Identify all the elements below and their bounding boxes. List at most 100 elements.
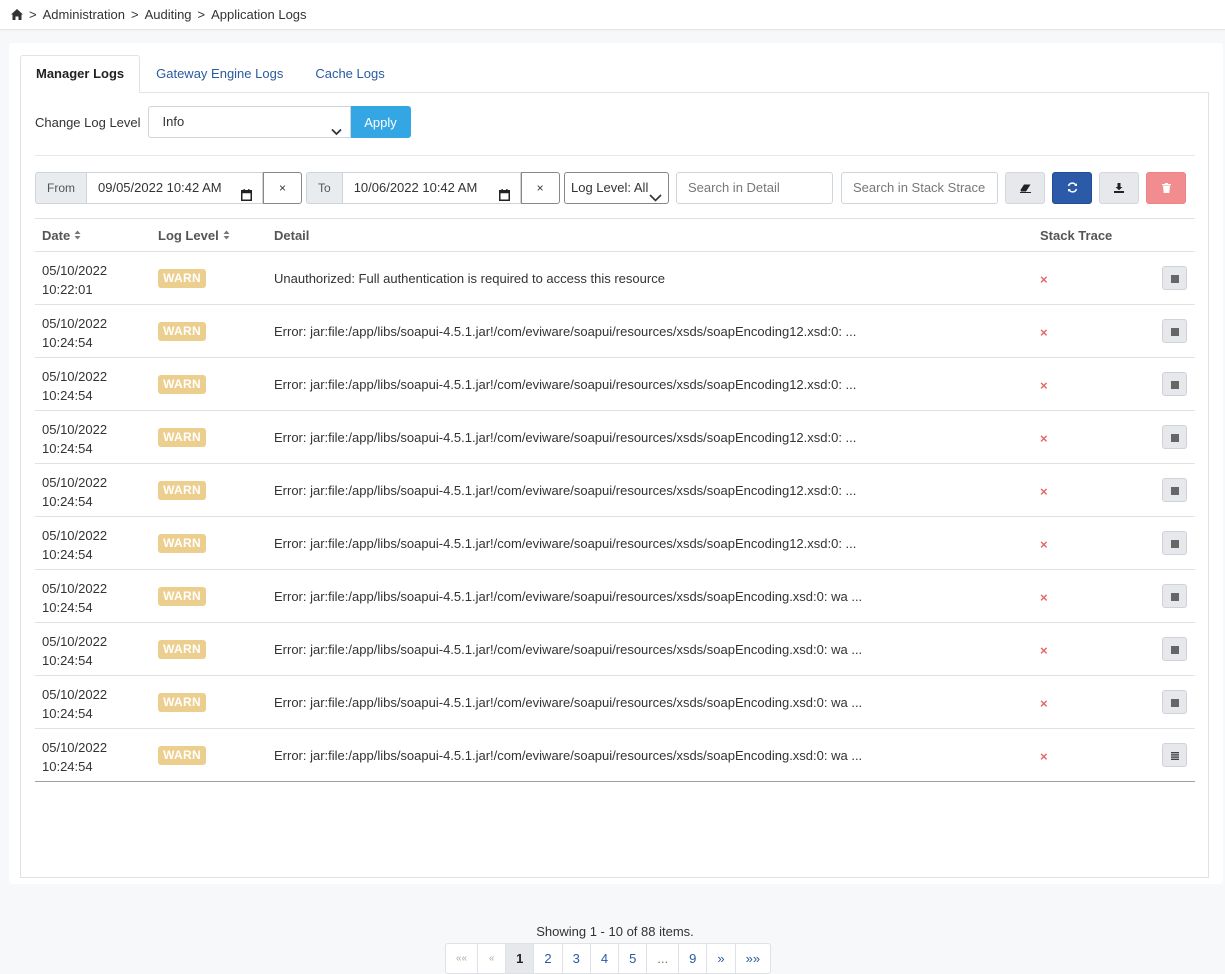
pagination-next[interactable]: » bbox=[706, 943, 736, 974]
pagination-last[interactable]: »» bbox=[734, 943, 772, 974]
delete-button[interactable] bbox=[1146, 172, 1186, 204]
row-date: 05/10/2022 10:22:01 bbox=[42, 261, 107, 299]
refresh-button[interactable] bbox=[1052, 172, 1092, 204]
breadcrumb-separator: > bbox=[29, 7, 37, 22]
pagination: «« « 1 2 3 4 5 ... 9 » »» bbox=[445, 943, 772, 974]
from-date-group: From 09/05/2022 10:42 AM × bbox=[35, 172, 302, 204]
pagination-page-9[interactable]: 9 bbox=[678, 943, 708, 974]
search-detail-input[interactable]: Search in Detail bbox=[676, 172, 833, 204]
to-date-input[interactable]: 10/06/2022 10:42 AM bbox=[342, 172, 521, 204]
row-date-time: 10:24:54 bbox=[42, 494, 93, 509]
pagination-first[interactable]: «« bbox=[445, 943, 479, 974]
log-level-filter-select[interactable]: Log Level: All bbox=[564, 172, 669, 204]
log-level-filter-value: Log Level: All bbox=[571, 180, 649, 195]
pagination-page-4[interactable]: 4 bbox=[589, 943, 620, 974]
download-button[interactable] bbox=[1099, 172, 1139, 204]
tab-cache-logs[interactable]: Cache Logs bbox=[299, 55, 400, 93]
no-stack-trace-icon: × bbox=[1040, 696, 1048, 711]
row-date: 05/10/2022 10:24:54 bbox=[42, 632, 107, 670]
square-icon bbox=[1170, 483, 1179, 498]
row-date-time: 10:24:54 bbox=[42, 653, 93, 668]
pagination-previous[interactable]: « bbox=[477, 943, 507, 974]
row-details-button[interactable] bbox=[1162, 425, 1187, 449]
pagination-page-2[interactable]: 2 bbox=[533, 943, 563, 974]
search-stack-trace-input[interactable]: Search in Stack Strace bbox=[841, 172, 998, 204]
clear-filters-button[interactable] bbox=[1005, 172, 1045, 204]
row-date-time: 10:24:54 bbox=[42, 547, 93, 562]
tab-gateway-engine-logs[interactable]: Gateway Engine Logs bbox=[140, 55, 299, 93]
table-header: Date Log Level Detail Stack Trace bbox=[35, 218, 1195, 252]
from-date-input[interactable]: 09/05/2022 10:42 AM bbox=[87, 172, 263, 204]
pagination-page-5[interactable]: 5 bbox=[618, 943, 648, 974]
table-row: 05/10/2022 10:24:54 WARN Error: jar:file:… bbox=[35, 570, 1195, 623]
row-date-day: 05/10/2022 bbox=[42, 475, 108, 490]
column-header-date[interactable]: Date bbox=[42, 219, 81, 252]
row-details-button[interactable] bbox=[1162, 584, 1187, 608]
row-detail: Error: jar:file:/app/libs/soapui-4.5.1.j… bbox=[274, 695, 863, 710]
calendar-icon[interactable] bbox=[498, 182, 510, 212]
divider bbox=[35, 155, 1195, 156]
eraser-icon bbox=[1019, 181, 1031, 196]
square-icon bbox=[1170, 589, 1179, 604]
breadcrumb: > Administration > Auditing > Applicatio… bbox=[0, 0, 1225, 30]
row-date-time: 10:24:54 bbox=[42, 388, 93, 403]
pagination-summary: Showing 1 - 10 of 88 items. bbox=[536, 924, 694, 939]
table-row: 05/10/2022 10:24:54 WARN Error: jar:file:… bbox=[35, 358, 1195, 411]
warn-badge: WARN bbox=[158, 375, 206, 394]
log-level-select[interactable]: Info bbox=[147, 106, 351, 138]
warn-badge: WARN bbox=[158, 481, 206, 500]
row-details-button[interactable] bbox=[1162, 531, 1187, 555]
log-level-selected-value: Info bbox=[162, 114, 185, 129]
list-icon bbox=[1170, 748, 1179, 763]
no-stack-trace-icon: × bbox=[1040, 484, 1048, 499]
breadcrumb-auditing[interactable]: Auditing bbox=[145, 7, 192, 22]
tab-manager-logs[interactable]: Manager Logs bbox=[20, 55, 141, 93]
table-row: 05/10/2022 10:24:54 WARN Error: jar:file:… bbox=[35, 623, 1195, 676]
clear-to-date-button[interactable]: × bbox=[520, 172, 560, 204]
row-date: 05/10/2022 10:24:54 bbox=[42, 367, 107, 405]
warn-badge: WARN bbox=[158, 746, 206, 765]
column-header-date-label: Date bbox=[42, 228, 71, 243]
no-stack-trace-icon: × bbox=[1040, 431, 1048, 446]
row-date-day: 05/10/2022 bbox=[42, 687, 108, 702]
to-date-group: To 10/06/2022 10:42 AM × bbox=[306, 172, 560, 204]
table-row: 05/10/2022 10:24:54 WARN Error: jar:file:… bbox=[35, 305, 1195, 358]
row-detail: Error: jar:file:/app/libs/soapui-4.5.1.j… bbox=[274, 377, 857, 392]
row-detail: Unauthorized: Full authentication is req… bbox=[274, 271, 665, 286]
row-details-button[interactable] bbox=[1162, 319, 1187, 343]
row-date-time: 10:24:54 bbox=[42, 441, 93, 456]
row-date-day: 05/10/2022 bbox=[42, 369, 108, 384]
row-details-button[interactable] bbox=[1162, 637, 1187, 661]
sort-icon bbox=[74, 219, 81, 252]
row-details-button[interactable] bbox=[1162, 690, 1187, 714]
column-header-log-level[interactable]: Log Level bbox=[158, 219, 230, 252]
from-date-value: 09/05/2022 10:42 AM bbox=[98, 180, 222, 195]
breadcrumb-administration[interactable]: Administration bbox=[43, 7, 125, 22]
row-details-button[interactable] bbox=[1162, 266, 1187, 290]
row-date: 05/10/2022 10:24:54 bbox=[42, 420, 107, 458]
refresh-icon bbox=[1067, 181, 1078, 196]
row-details-button[interactable] bbox=[1162, 478, 1187, 502]
row-date-day: 05/10/2022 bbox=[42, 528, 108, 543]
row-date-time: 10:24:54 bbox=[42, 600, 93, 615]
apply-button[interactable]: Apply bbox=[350, 106, 411, 138]
row-date-time: 10:24:54 bbox=[42, 706, 93, 721]
no-stack-trace-icon: × bbox=[1040, 378, 1048, 393]
pagination-page-1[interactable]: 1 bbox=[505, 943, 535, 974]
calendar-icon[interactable] bbox=[241, 182, 252, 212]
row-detail: Error: jar:file:/app/libs/soapui-4.5.1.j… bbox=[274, 589, 863, 604]
warn-badge: WARN bbox=[158, 693, 206, 712]
no-stack-trace-icon: × bbox=[1040, 272, 1048, 287]
home-icon[interactable] bbox=[11, 9, 23, 20]
from-label: From bbox=[35, 172, 87, 204]
square-icon bbox=[1170, 377, 1179, 392]
clear-from-date-button[interactable]: × bbox=[263, 172, 302, 204]
square-icon bbox=[1170, 695, 1179, 710]
row-date-time: 10:24:54 bbox=[42, 759, 93, 774]
close-icon: × bbox=[536, 181, 544, 195]
row-details-button[interactable] bbox=[1162, 743, 1187, 767]
row-detail: Error: jar:file:/app/libs/soapui-4.5.1.j… bbox=[274, 642, 863, 657]
pagination-page-3[interactable]: 3 bbox=[561, 943, 591, 974]
row-details-button[interactable] bbox=[1162, 372, 1187, 396]
breadcrumb-separator: > bbox=[197, 7, 206, 22]
